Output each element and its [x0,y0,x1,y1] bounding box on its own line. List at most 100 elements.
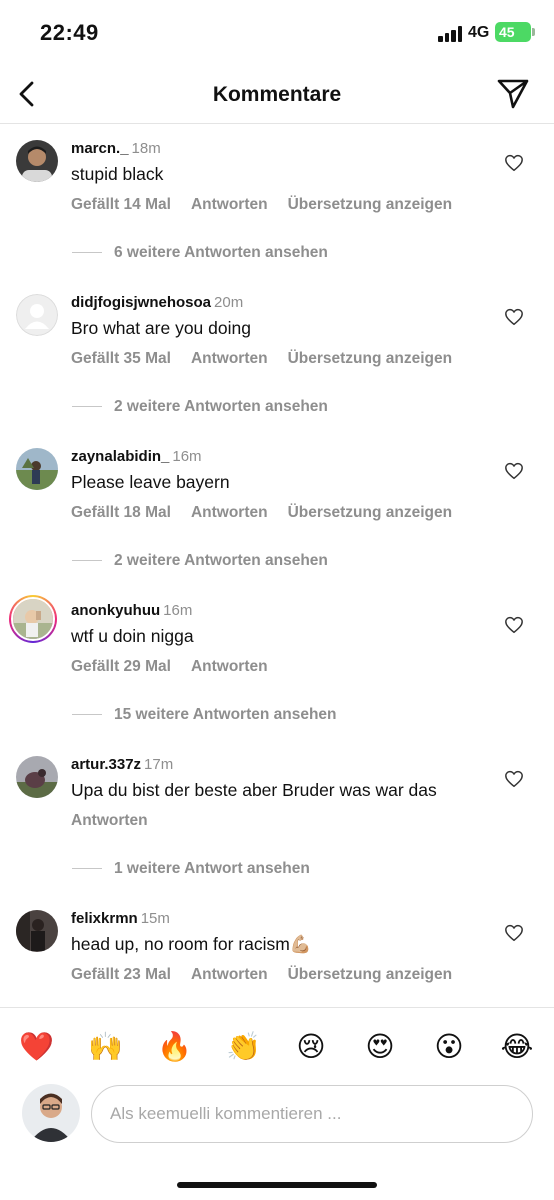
avatar[interactable] [16,448,58,490]
comment-username[interactable]: felixkrmn [71,910,138,927]
translate-button[interactable]: Übersetzung anzeigen [288,196,453,213]
view-replies-button[interactable]: 15 weitere Antworten ansehen [72,706,337,724]
comment-time: 20m [214,294,244,311]
comment-actions: Gefällt 23 Mal Antworten Übersetzung anzei… [71,966,472,984]
comment-meta: didjfogisjwnehosoa 20m [71,294,243,311]
view-replies-label: 2 weitere Antworten ansehen [114,398,328,415]
page-title: Kommentare [212,83,342,106]
comment-text: Upa du bist der beste aber Bruder was wa… [71,780,437,800]
comment-time: 16m [172,448,202,465]
avatar-story-ring[interactable] [9,595,57,643]
comment-actions: Gefällt 18 Mal Antworten Übersetzung anzei… [71,504,472,522]
comment-meta: anonkyuhuu 16m [71,602,192,619]
battery-nub [532,28,535,36]
comment-meta: zaynalabidin_ 16m [71,448,202,465]
comment-meta: artur.337z 17m [71,756,173,773]
status-time: 22:49 [40,20,99,45]
avatar [11,597,55,641]
comment-time: 15m [140,910,170,927]
comment-actions: Antworten [71,812,168,830]
divider [72,868,102,870]
likes-count[interactable]: Gefällt 18 Mal [71,504,171,521]
view-replies-button[interactable]: 2 weitere Antworten ansehen [72,398,328,416]
home-indicator [177,1182,377,1188]
reply-button[interactable]: Antworten [191,196,268,213]
comment-text: Please leave bayern [71,472,230,492]
divider [72,714,102,716]
likes-count[interactable]: Gefällt 23 Mal [71,966,171,983]
heart-icon[interactable] [504,462,524,480]
share-button[interactable] [496,78,530,110]
emoji-raised-hands-button[interactable]: 🙌 [88,1030,123,1064]
comment-username[interactable]: anonkyuhuu [71,602,160,619]
header: Kommentare [0,64,554,124]
view-replies-label: 6 weitere Antworten ansehen [114,244,328,261]
view-replies-button[interactable]: 1 weitere Antwort ansehen [72,860,310,878]
network-label: 4G [468,24,490,41]
current-user-avatar [22,1084,80,1142]
heart-icon[interactable] [504,616,524,634]
comment-time: 18m [131,140,161,157]
emoji-heart-button[interactable]: ❤️ [19,1030,54,1064]
view-replies-label: 1 weitere Antwort ansehen [114,860,310,877]
comment-meta: marcn._ 18m [71,140,161,157]
emoji-quick-bar: ❤️ 🙌 🔥 👏 😢 😍 😮 😂 [0,1007,554,1083]
paper-plane-icon [497,79,529,109]
avatar[interactable] [16,910,58,952]
divider [72,252,102,254]
comment-item: didjfogisjwnehosoa 20m Bro what are you d… [0,294,554,394]
comment-actions: Gefällt 29 Mal Antworten [71,658,288,676]
emoji-heart-eyes-button[interactable]: 😍 [363,1030,397,1064]
comment-item: anonkyuhuu 16m wtf u doin nigga Gefällt 2… [0,595,554,702]
heart-icon[interactable] [504,154,524,172]
avatar[interactable] [16,756,58,798]
reply-button[interactable]: Antworten [71,812,148,829]
comment-input[interactable] [110,1086,510,1142]
comment-item: felixkrmn 15m head up, no room for racism… [0,910,554,1010]
heart-icon[interactable] [504,924,524,942]
translate-button[interactable]: Übersetzung anzeigen [288,504,453,521]
comment-item: artur.337z 17m Upa du bist der beste aber… [0,756,554,856]
reply-button[interactable]: Antworten [191,658,268,675]
likes-count[interactable]: Gefällt 29 Mal [71,658,171,675]
likes-count[interactable]: Gefällt 35 Mal [71,350,171,367]
comment-actions: Gefällt 35 Mal Antworten Übersetzung anzei… [71,350,472,368]
emoji-crying-button[interactable]: 😢 [294,1030,328,1064]
comment-time: 16m [163,602,193,619]
comment-text: stupid black [71,164,164,184]
translate-button[interactable]: Übersetzung anzeigen [288,966,453,983]
translate-button[interactable]: Übersetzung anzeigen [288,350,453,367]
heart-icon[interactable] [504,770,524,788]
comment-username[interactable]: artur.337z [71,756,141,773]
view-replies-button[interactable]: 6 weitere Antworten ansehen [72,244,328,262]
comment-item: zaynalabidin_ 16m Please leave bayern Gef… [0,448,554,548]
reply-button[interactable]: Antworten [191,966,268,983]
battery-level: 45 [499,24,515,40]
reply-button[interactable]: Antworten [191,504,268,521]
likes-count[interactable]: Gefällt 14 Mal [71,196,171,213]
divider [72,560,102,562]
battery-icon: 45 [495,22,531,42]
comment-username[interactable]: didjfogisjwnehosoa [71,294,211,311]
status-bar: 22:49 4G 45 [0,0,554,64]
emoji-laughing-button[interactable]: 😂 [500,1030,534,1064]
comment-item: marcn._ 18m stupid black Gefällt 14 Mal An… [0,140,554,240]
avatar[interactable] [16,294,58,336]
emoji-clap-button[interactable]: 👏 [226,1030,261,1064]
emoji-surprised-button[interactable]: 😮 [432,1030,466,1064]
comment-text: head up, no room for racism💪🏼 [71,934,312,954]
view-replies-button[interactable]: 2 weitere Antworten ansehen [72,552,328,570]
comment-text: Bro what are you doing [71,318,251,338]
comment-time: 17m [144,756,174,773]
comment-actions: Gefällt 14 Mal Antworten Übersetzung anzei… [71,196,472,214]
divider [72,406,102,408]
comment-username[interactable]: zaynalabidin_ [71,448,169,465]
view-replies-label: 2 weitere Antworten ansehen [114,552,328,569]
heart-icon[interactable] [504,308,524,326]
emoji-fire-button[interactable]: 🔥 [157,1030,192,1064]
comment-text: wtf u doin nigga [71,626,194,646]
reply-button[interactable]: Antworten [191,350,268,367]
comment-username[interactable]: marcn._ [71,140,129,157]
comment-composer [91,1085,533,1143]
avatar[interactable] [16,140,58,182]
